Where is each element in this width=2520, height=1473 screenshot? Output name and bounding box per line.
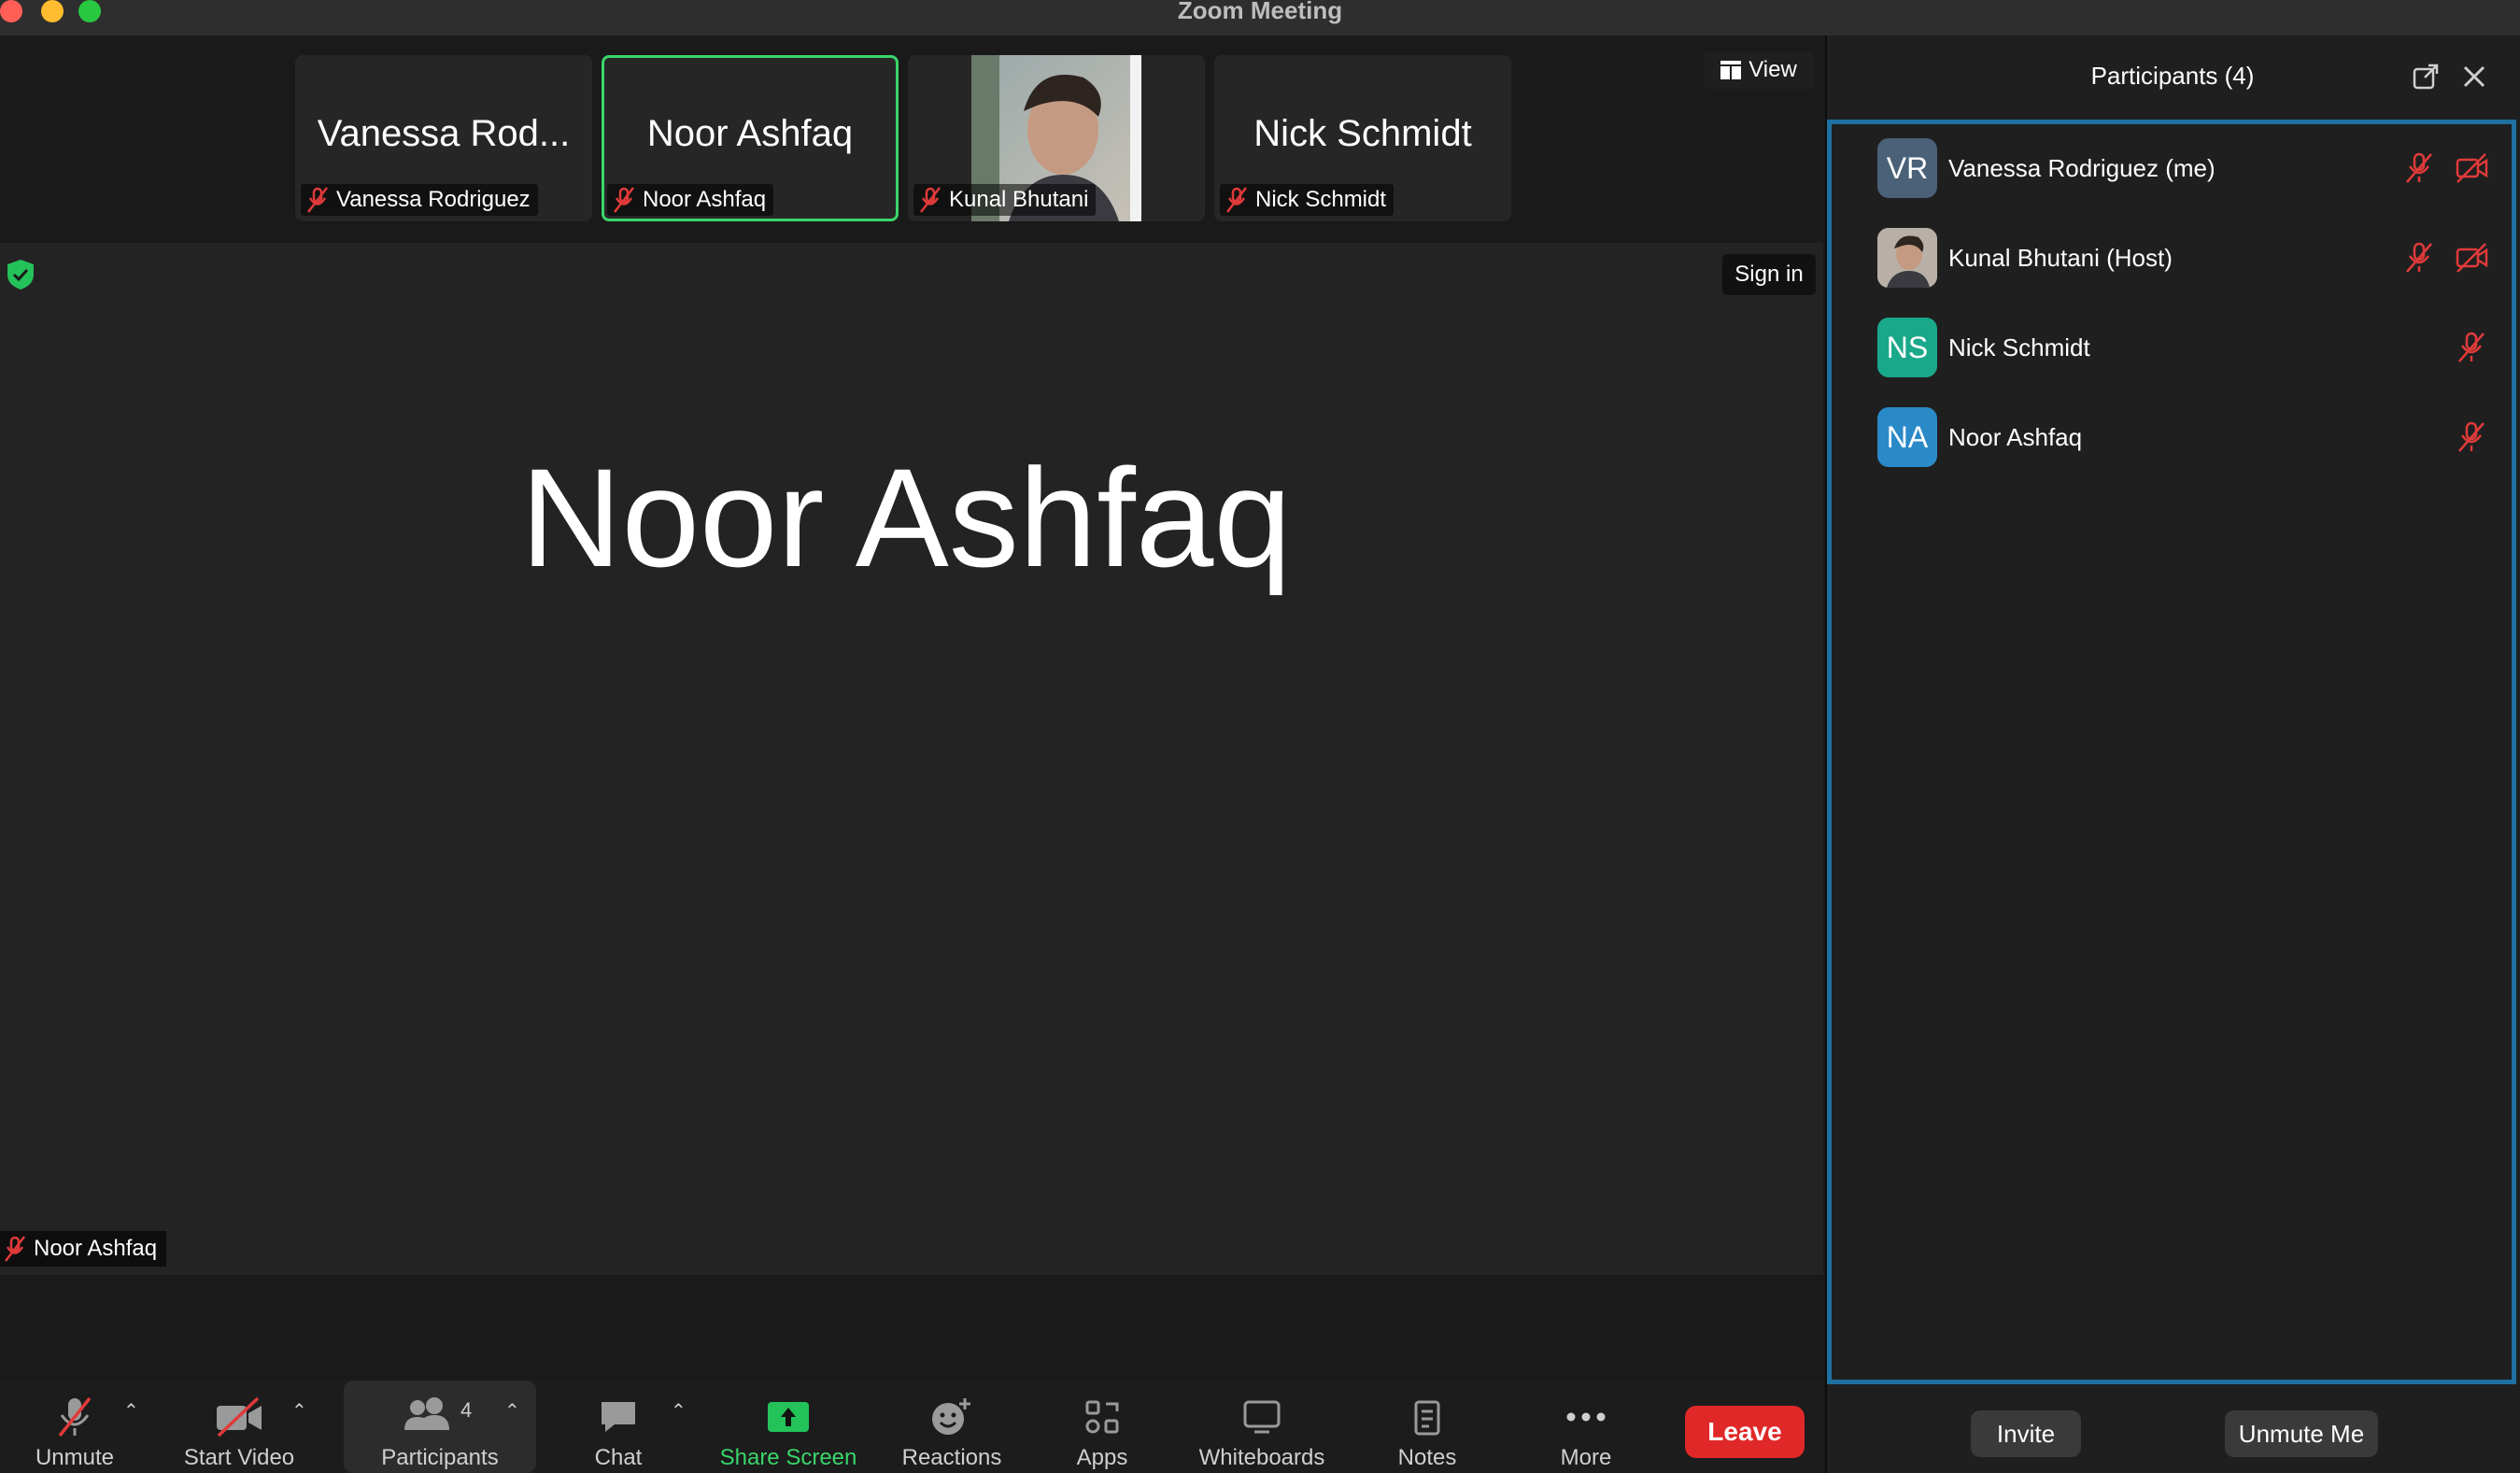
video-off-icon[interactable] [2455,151,2488,185]
participants-label: Participants [381,1445,499,1470]
unmute-me-button[interactable]: Unmute Me [2225,1410,2378,1457]
mic-muted-icon [5,1236,25,1262]
grid-view-icon [1720,61,1742,79]
thumbnail-label: Kunal Bhutani [913,184,1097,216]
reactions-button[interactable]: Reactions [891,1381,1012,1473]
more-label: More [1560,1445,1612,1470]
video-off-icon [217,1396,262,1438]
more-dots-icon [1566,1412,1606,1422]
thumbnail-label-text: Kunal Bhutani [949,187,1089,212]
participants-icon: 4 [404,1397,472,1430]
mic-muted-icon [58,1396,92,1438]
mic-muted-icon [307,187,328,213]
thumbnail-label: Nick Schmidt [1220,184,1394,216]
chat-icon [602,1402,635,1432]
view-button[interactable]: View [1704,51,1814,89]
kunal-avatar-image [1877,228,1937,288]
window-title: Zoom Meeting [1177,0,1343,24]
mic-muted-icon[interactable] [2402,151,2436,185]
reactions-label: Reactions [901,1445,1002,1470]
avatar: NS [1877,318,1937,377]
thumbnail-label-text: Nick Schmidt [1255,187,1387,212]
participants-list [1827,120,2516,1384]
main-stage [0,243,1823,1275]
chat-options-caret[interactable]: ⌃ [671,1399,687,1423]
participant-row[interactable]: Kunal Bhutani (Host) [1877,228,2173,288]
participant-name: Kunal Bhutani (Host) [1948,243,2173,272]
active-speaker-name: Noor Ashfaq [520,439,1292,596]
notes-button[interactable]: Notes [1380,1381,1474,1473]
mic-muted-icon [614,187,634,213]
avatar: NA [1877,407,1937,467]
notes-label: Notes [1397,1445,1457,1470]
chat-label: Chat [594,1445,643,1470]
participant-row[interactable]: VR Vanessa Rodriguez (me) [1877,138,2216,198]
pop-out-icon[interactable] [2412,63,2440,91]
avatar [1877,228,1937,288]
thumbnail-label-text: Vanessa Rodriguez [336,187,531,212]
video-off-icon[interactable] [2455,241,2488,275]
notes-icon [1414,1400,1440,1436]
meeting-toolbar: Unmute ⌃ Start Video ⌃ 4 Participants ⌃ … [0,1381,1823,1473]
sign-in-button[interactable]: Sign in [1722,254,1816,295]
share-screen-icon [768,1402,809,1432]
thumbnail-display-name: Nick Schmidt [1253,113,1472,154]
participant-name: Nick Schmidt [1948,333,2090,361]
stage-name-label: Noor Ashfaq [0,1231,167,1267]
avatar: VR [1877,138,1937,198]
close-icon[interactable] [2462,64,2486,89]
thumbnail-label: Noor Ashfaq [607,184,774,216]
thumbnail-label-text: Noor Ashfaq [643,187,767,212]
thumbnail-display-name: Noor Ashfaq [646,113,854,154]
thumbnail-kunal[interactable]: Kunal Bhutani [908,55,1205,221]
chat-button[interactable]: Chat [572,1381,665,1473]
mic-muted-icon[interactable] [2455,331,2488,364]
whiteboards-button[interactable]: Whiteboards [1182,1381,1341,1473]
reactions-icon [932,1398,970,1435]
thumbnail-display-name: Vanessa Rod... [317,113,571,154]
apps-label: Apps [1076,1445,1128,1470]
mic-muted-icon[interactable] [2455,420,2488,454]
share-screen-label: Share Screen [719,1445,857,1470]
participant-name: Vanessa Rodriguez (me) [1948,153,2216,182]
video-options-caret[interactable]: ⌃ [291,1399,307,1423]
audio-options-caret[interactable]: ⌃ [123,1399,139,1423]
mic-muted-icon [1226,187,1247,213]
participants-options-caret[interactable]: ⌃ [504,1399,520,1423]
unmute-label: Unmute [35,1445,115,1470]
leave-button[interactable]: Leave [1685,1406,1805,1458]
invite-button[interactable]: Invite [1971,1410,2081,1457]
participant-row[interactable]: NS Nick Schmidt [1877,318,2090,377]
apps-button[interactable]: Apps [1055,1381,1149,1473]
apps-icon [1085,1400,1119,1434]
encryption-shield-icon[interactable] [4,258,37,291]
participant-name: Noor Ashfaq [1948,422,2083,451]
more-button[interactable]: More [1539,1381,1633,1473]
thumbnail-vanessa[interactable]: Vanessa Rod... Vanessa Rodriguez [295,55,592,221]
mic-muted-icon[interactable] [2402,241,2436,275]
participants-count: 4 [460,1398,472,1422]
thumbnail-nick[interactable]: Nick Schmidt Nick Schmidt [1214,55,1511,221]
start-video-button[interactable]: Start Video [174,1381,304,1473]
thumbnail-label: Vanessa Rodriguez [301,184,538,216]
start-video-label: Start Video [183,1445,295,1470]
share-screen-button[interactable]: Share Screen [710,1381,867,1473]
participant-row[interactable]: NA Noor Ashfaq [1877,407,2082,467]
unmute-button[interactable]: Unmute [28,1381,121,1473]
view-button-label: View [1748,57,1797,82]
mic-muted-icon [920,187,941,213]
thumbnail-noor[interactable]: Noor Ashfaq Noor Ashfaq [602,55,899,221]
whiteboards-label: Whiteboards [1198,1445,1325,1470]
participants-button[interactable]: 4 Participants [344,1381,536,1473]
whiteboard-icon [1243,1400,1281,1434]
stage-name-label-text: Noor Ashfaq [34,1236,158,1261]
